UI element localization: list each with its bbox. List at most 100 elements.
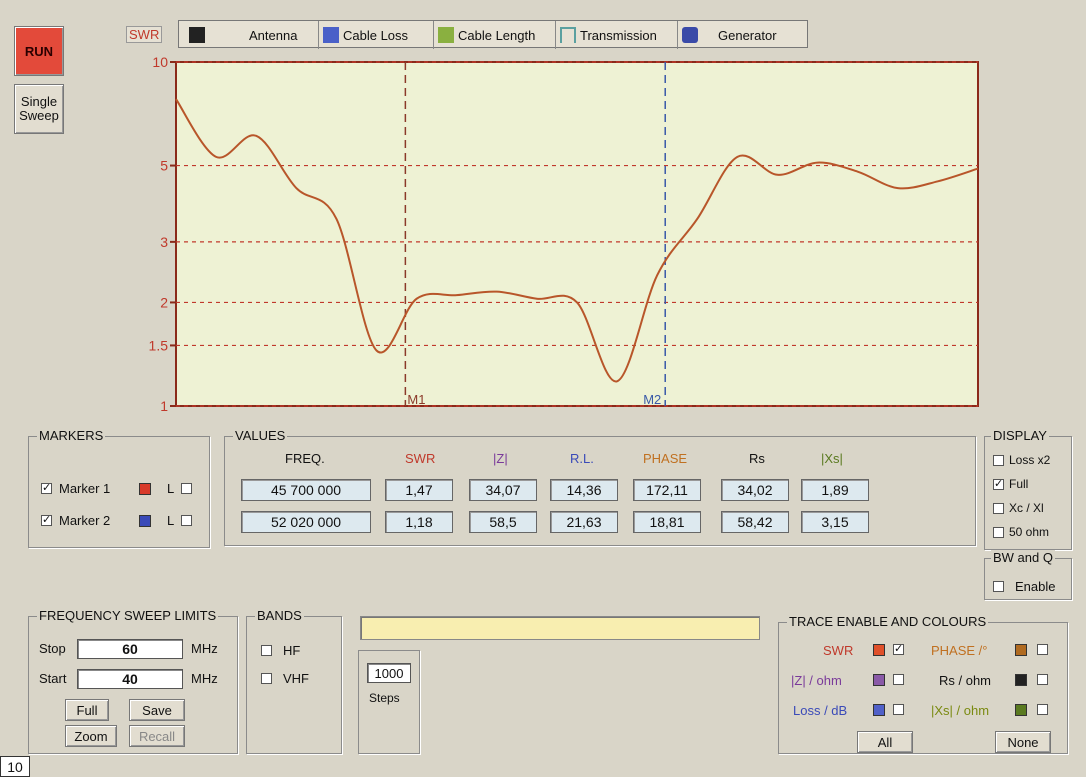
start-unit: MHz <box>191 671 218 686</box>
header-phase: PHASE <box>643 451 688 466</box>
tab-cable-loss[interactable]: Cable Loss <box>319 21 434 49</box>
sweep-limits-title: FREQUENCY SWEEP LIMITS <box>37 608 219 623</box>
trace-title: TRACE ENABLE AND COLOURS <box>787 614 989 629</box>
loss-x2-checkbox[interactable] <box>993 455 1004 466</box>
marker1-phase: 172,11 <box>633 479 701 501</box>
bands-title: BANDS <box>255 608 304 623</box>
vhf-label: VHF <box>283 671 309 686</box>
marker2-swr: 1,18 <box>385 511 453 533</box>
tab-antenna[interactable]: Antenna <box>179 21 319 49</box>
marker1-label: Marker 1 <box>59 481 111 496</box>
trace-xs-checkbox[interactable] <box>1037 704 1048 715</box>
trace-loss-label: Loss / dB <box>793 703 848 718</box>
marker1-l-checkbox[interactable] <box>181 483 192 494</box>
tab-transmission[interactable]: Transmission <box>556 21 678 49</box>
y-tick-label: 10 <box>152 54 168 70</box>
marker2-color-swatch[interactable] <box>139 515 151 527</box>
y-tick-label: 1 <box>160 398 168 414</box>
cable-loss-icon <box>323 27 339 43</box>
bw-q-title: BW and Q <box>991 550 1055 565</box>
trace-swr-checkbox[interactable]: ✓ <box>893 644 904 655</box>
marker1-color-swatch[interactable] <box>139 483 151 495</box>
figure-number: 10 <box>0 756 30 777</box>
sweep-limits-group: FREQUENCY SWEEP LIMITS Stop 60 MHz Start… <box>28 608 238 754</box>
steps-label: Steps <box>369 691 400 705</box>
stop-unit: MHz <box>191 641 218 656</box>
start-freq-input[interactable]: 40 <box>77 669 183 689</box>
trace-xs-label: |Xs| / ohm <box>931 703 990 718</box>
display-group: DISPLAY Loss x2 ✓ Full Xc / Xl 50 ohm <box>984 428 1072 550</box>
zoom-button[interactable]: Zoom <box>65 725 117 747</box>
marker1-xs: 1,89 <box>801 479 869 501</box>
tab-cable-length[interactable]: Cable Length <box>434 21 556 49</box>
markers-title: MARKERS <box>37 428 106 443</box>
full-checkbox[interactable]: ✓ <box>993 479 1004 490</box>
start-label: Start <box>39 671 67 686</box>
trace-rs-checkbox[interactable] <box>1037 674 1048 685</box>
values-group: VALUES FREQ. SWR |Z| R.L. PHASE Rs |Xs| … <box>224 428 976 546</box>
recall-button[interactable]: Recall <box>129 725 185 747</box>
y-tick-label: 1.5 <box>149 337 169 353</box>
y-tick-label: 3 <box>160 234 168 250</box>
marker2-checkbox[interactable]: ✓ <box>41 515 52 526</box>
stop-label: Stop <box>39 641 66 656</box>
header-freq: FREQ. <box>285 451 325 466</box>
single-sweep-button[interactable]: Single Sweep <box>14 84 64 134</box>
trace-phase-checkbox[interactable] <box>1037 644 1048 655</box>
display-title: DISPLAY <box>991 428 1049 443</box>
all-button[interactable]: All <box>857 731 913 753</box>
steps-group: 1000 Steps <box>358 650 420 754</box>
cable-length-icon <box>438 27 454 43</box>
marker-label-1: M1 <box>407 392 425 407</box>
marker2-phase: 18,81 <box>633 511 701 533</box>
marker2-l-checkbox[interactable] <box>181 515 192 526</box>
trace-xs-swatch[interactable] <box>1015 704 1027 716</box>
header-rl: R.L. <box>570 451 594 466</box>
marker1-z: 34,07 <box>469 479 537 501</box>
marker1-checkbox[interactable]: ✓ <box>41 483 52 494</box>
bands-group: BANDS HF VHF <box>246 608 342 754</box>
header-z: |Z| <box>493 451 508 466</box>
trace-phase-swatch[interactable] <box>1015 644 1027 656</box>
trace-loss-checkbox[interactable] <box>893 704 904 715</box>
loss-x2-label: Loss x2 <box>1009 453 1051 467</box>
marker2-z: 58,5 <box>469 511 537 533</box>
values-title: VALUES <box>233 428 288 443</box>
plot-area <box>175 61 979 407</box>
y-tick-label: 5 <box>160 158 168 174</box>
marker1-l-label: L <box>167 481 175 496</box>
marker1-rl: 14,36 <box>550 479 618 501</box>
tab-generator[interactable]: Generator <box>678 21 808 49</box>
save-button[interactable]: Save <box>129 699 185 721</box>
y-axis-title: SWR <box>126 26 163 43</box>
marker1-freq: 45 700 000 <box>241 479 371 501</box>
50ohm-checkbox[interactable] <box>993 527 1004 538</box>
full-label: Full <box>1009 477 1029 491</box>
run-button[interactable]: RUN <box>14 26 64 76</box>
steps-input[interactable]: 1000 <box>367 663 411 683</box>
bw-enable-checkbox[interactable] <box>993 581 1004 592</box>
antenna-icon <box>189 27 205 43</box>
trace-phase-label: PHASE /° <box>931 643 988 658</box>
50ohm-label: 50 ohm <box>1009 525 1050 539</box>
bw-q-group: BW and Q Enable <box>984 550 1072 600</box>
none-button[interactable]: None <box>995 731 1051 753</box>
full-button[interactable]: Full <box>65 699 109 721</box>
marker1-rs: 34,02 <box>721 479 789 501</box>
stop-freq-input[interactable]: 60 <box>77 639 183 659</box>
bw-enable-label: Enable <box>1015 579 1056 594</box>
markers-group: MARKERS ✓ Marker 1 L ✓ Marker 2 L <box>28 428 210 548</box>
trace-z-checkbox[interactable] <box>893 674 904 685</box>
trace-loss-swatch[interactable] <box>873 704 885 716</box>
header-rs: Rs <box>749 451 765 466</box>
trace-z-swatch[interactable] <box>873 674 885 686</box>
trace-group: TRACE ENABLE AND COLOURS SWR ✓ |Z| / ohm… <box>778 614 1068 754</box>
vhf-checkbox[interactable] <box>261 673 272 684</box>
trace-rs-swatch[interactable] <box>1015 674 1027 686</box>
swr-chart: 10 5 3 2 1.5 1 M1 M2 <box>149 54 979 414</box>
xc-xl-checkbox[interactable] <box>993 503 1004 514</box>
hf-checkbox[interactable] <box>261 645 272 656</box>
marker-label-2: M2 <box>643 392 661 407</box>
header-xs: |Xs| <box>821 451 843 466</box>
trace-swr-swatch[interactable] <box>873 644 885 656</box>
